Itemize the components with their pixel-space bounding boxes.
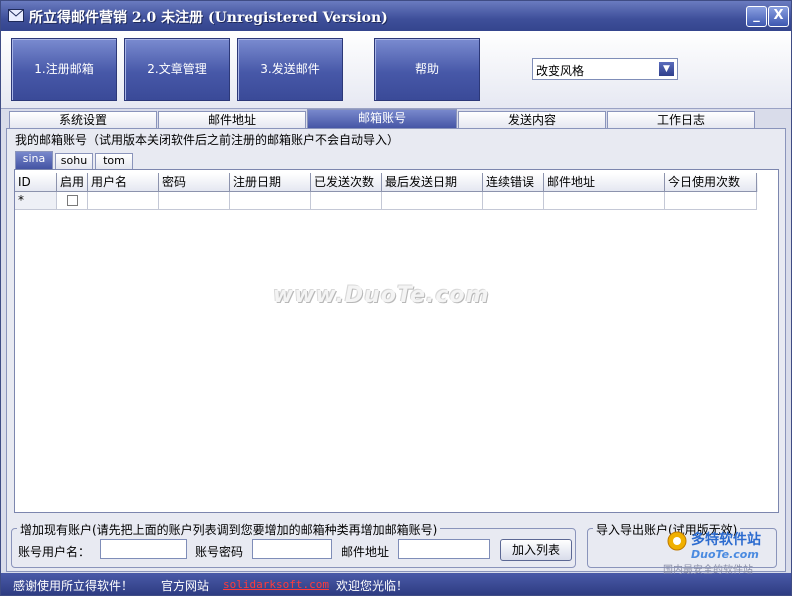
send-mail-button[interactable]: 3.发送邮件: [237, 38, 343, 101]
email-input[interactable]: [398, 539, 490, 559]
svg-text:国内最安全的软件站: 国内最安全的软件站: [663, 563, 753, 576]
status-thanks: 感谢使用所立得软件！: [13, 579, 134, 593]
password-label: 账号密码: [195, 545, 244, 559]
style-select[interactable]: 改变风格 ▼: [532, 58, 678, 80]
username-input[interactable]: [100, 539, 187, 559]
enabled-checkbox[interactable]: [67, 195, 78, 206]
email-label: 邮件地址: [341, 545, 390, 559]
watermark: www.DuoTe.com: [273, 283, 490, 308]
column-header-email-address[interactable]: 邮件地址: [544, 173, 665, 192]
tab-email-addresses[interactable]: 邮件地址: [158, 111, 306, 129]
chevron-down-icon[interactable]: ▼: [658, 61, 675, 77]
duote-logo-icon: 多特软件站 DuoTe.com 国内最安全的软件站: [663, 531, 761, 576]
column-header-enabled[interactable]: 启用: [57, 173, 88, 192]
help-button[interactable]: 帮助: [374, 38, 480, 101]
enabled-cell[interactable]: [57, 192, 88, 210]
grid-header: ID 启用 用户名 密码 注册日期 已发送次数 最后发送日期 连续错误 邮件地址…: [15, 173, 758, 192]
password-cell[interactable]: [159, 192, 230, 210]
column-header-consecutive-errors[interactable]: 连续错误: [483, 173, 544, 192]
column-header-last-send-date[interactable]: 最后发送日期: [382, 173, 483, 192]
column-header-username[interactable]: 用户名: [88, 173, 159, 192]
svg-text:DuoTe.com: DuoTe.com: [691, 548, 759, 561]
article-manage-button[interactable]: 2.文章管理: [124, 38, 230, 101]
register-mailbox-button[interactable]: 1.注册邮箱: [11, 38, 117, 101]
sent-count-cell[interactable]: [311, 192, 382, 210]
style-select-value: 改变风格: [536, 64, 585, 78]
tab-tom[interactable]: tom: [95, 153, 133, 169]
title-bar[interactable]: 所立得邮件营销 2.0 未注册 (Unregistered Version) _…: [1, 1, 791, 31]
official-site-link[interactable]: solidarksoft.com: [223, 578, 329, 591]
minimize-button[interactable]: _: [746, 6, 767, 27]
close-button[interactable]: X: [768, 6, 789, 27]
tab-sohu[interactable]: sohu: [55, 153, 93, 169]
column-header-today-usage[interactable]: 今日使用次数: [665, 173, 757, 192]
email-address-cell[interactable]: [544, 192, 665, 210]
status-welcome: 欢迎您光临！: [336, 579, 409, 593]
window-title: 所立得邮件营销 2.0 未注册 (Unregistered Version): [29, 10, 388, 26]
app-window: 所立得邮件营销 2.0 未注册 (Unregistered Version) _…: [0, 0, 792, 596]
column-header-password[interactable]: 密码: [159, 173, 230, 192]
username-cell[interactable]: [88, 192, 159, 210]
tab-work-log[interactable]: 工作日志: [607, 111, 755, 129]
today-usage-cell[interactable]: [665, 192, 757, 210]
svg-text:多特软件站: 多特软件站: [691, 531, 761, 548]
tab-sina[interactable]: sina: [15, 151, 53, 169]
last-send-date-cell[interactable]: [382, 192, 483, 210]
register-date-cell[interactable]: [230, 192, 311, 210]
column-header-register-date[interactable]: 注册日期: [230, 173, 311, 192]
password-input[interactable]: [252, 539, 332, 559]
toolbar: 1.注册邮箱 2.文章管理 3.发送邮件 帮助 改变风格 ▼: [1, 31, 791, 109]
accounts-grid[interactable]: ID 启用 用户名 密码 注册日期 已发送次数 最后发送日期 连续错误 邮件地址…: [14, 169, 779, 513]
username-label: 账号用户名：: [18, 545, 91, 559]
accounts-group-label: 我的邮箱账号（试用版本关闭软件后之前注册的邮箱账户不会自动导入）: [13, 131, 402, 148]
column-header-sent-count[interactable]: 已发送次数: [311, 173, 382, 192]
add-account-legend: 增加现有账户(请先把上面的账户列表调到您要增加的邮箱种类再增加邮箱账号): [17, 521, 441, 538]
tab-system-settings[interactable]: 系统设置: [9, 111, 157, 129]
status-site-label: 官方网站: [161, 579, 210, 593]
tab-send-content[interactable]: 发送内容: [458, 111, 606, 129]
consecutive-errors-cell[interactable]: [483, 192, 544, 210]
envelope-icon: [8, 9, 24, 22]
new-row-marker: *: [15, 192, 57, 210]
add-to-list-button[interactable]: 加入列表: [500, 539, 572, 561]
main-tabs: 系统设置 邮件地址 邮箱账号 发送内容 工作日志: [6, 109, 786, 129]
column-header-id[interactable]: ID: [15, 173, 57, 192]
tab-mail-accounts[interactable]: 邮箱账号: [307, 109, 457, 129]
